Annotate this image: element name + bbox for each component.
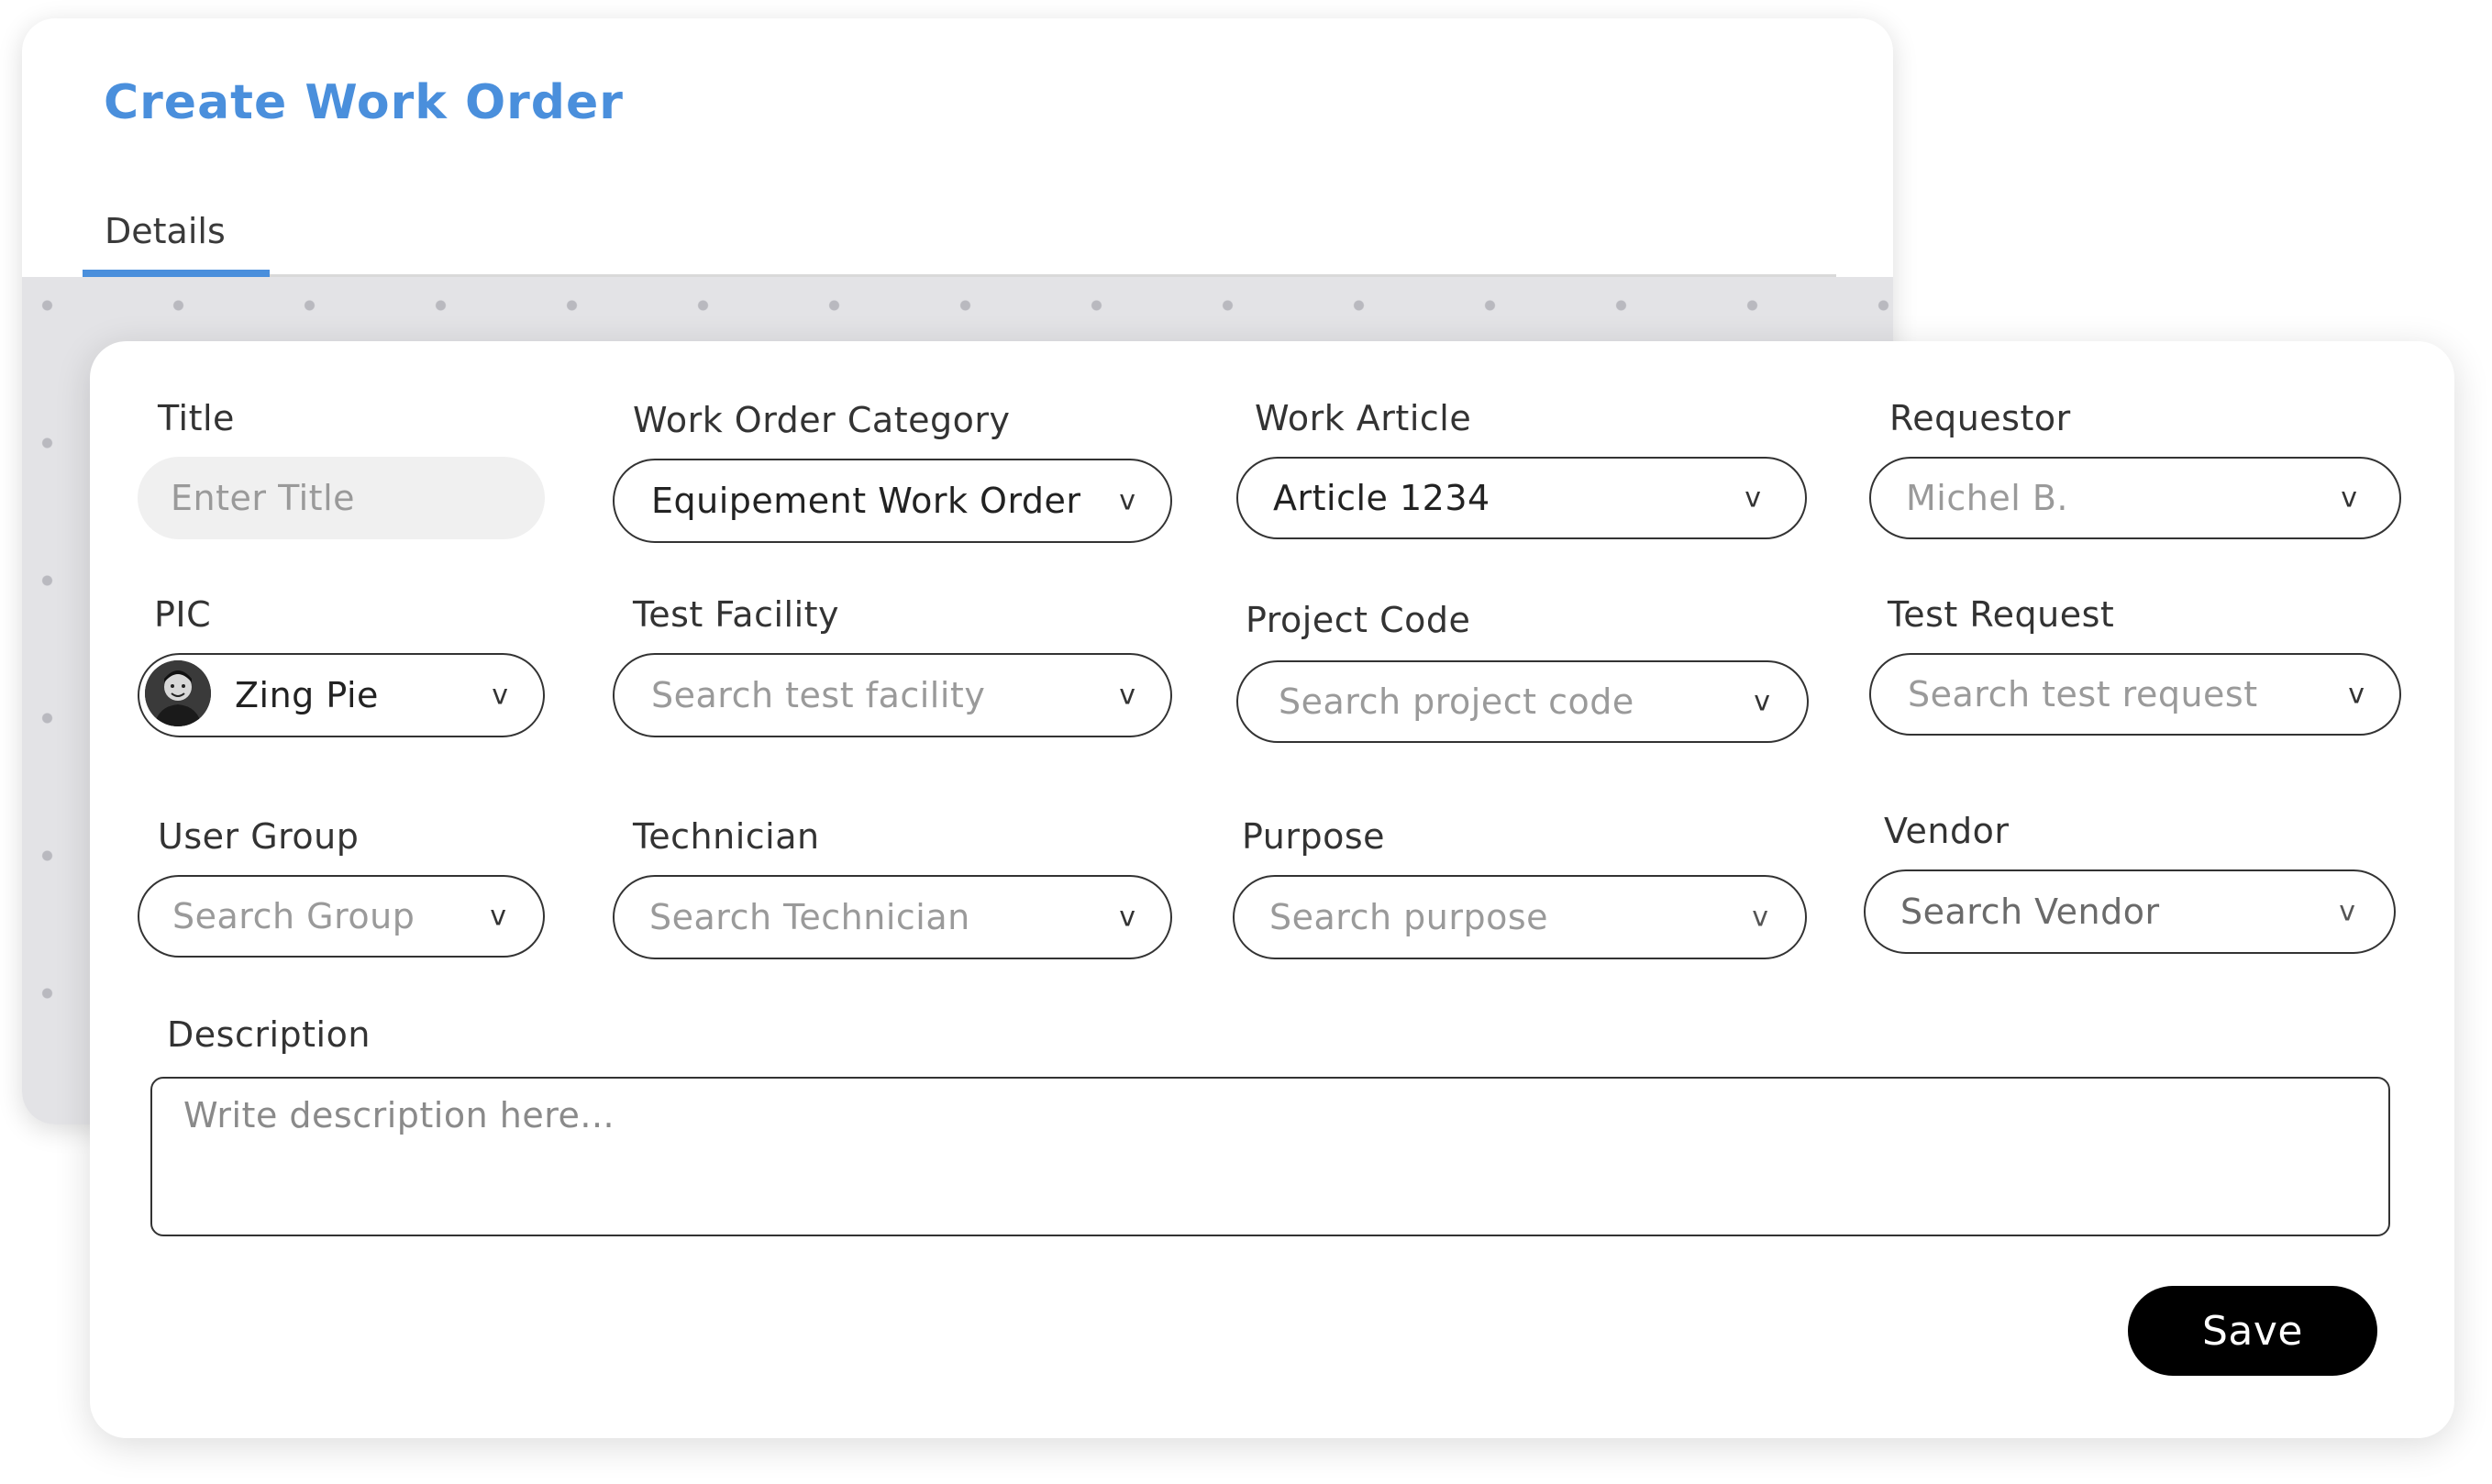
requestor-select[interactable]: Michel B. v <box>1869 457 2401 539</box>
project-code-select[interactable]: Search project code v <box>1236 660 1809 743</box>
project-code-label: Project Code <box>1246 600 1471 640</box>
test-facility-placeholder: Search test facility <box>651 675 986 715</box>
test-facility-label: Test Facility <box>633 594 840 635</box>
description-textarea[interactable]: Write description here... <box>150 1077 2390 1236</box>
test-request-placeholder: Search test request <box>1908 674 2258 714</box>
chevron-down-icon: v <box>2341 482 2357 515</box>
chevron-down-icon: v <box>1119 484 1135 517</box>
work-order-category-select[interactable]: Equipement Work Order v <box>613 459 1172 543</box>
title-input[interactable]: Enter Title <box>138 457 545 539</box>
work-order-category-value: Equipement Work Order <box>651 481 1081 521</box>
user-group-select[interactable]: Search Group v <box>138 875 545 958</box>
work-order-category-label: Work Order Category <box>633 400 1011 440</box>
technician-select[interactable]: Search Technician v <box>613 875 1172 959</box>
test-request-select[interactable]: Search test request v <box>1869 653 2401 736</box>
page-title: Create Work Order <box>104 75 624 130</box>
chevron-down-icon: v <box>1752 901 1768 934</box>
chevron-down-icon: v <box>1754 685 1770 718</box>
tab-details-label: Details <box>105 211 226 251</box>
chevron-down-icon: v <box>2339 895 2355 928</box>
tab-details[interactable]: Details <box>83 191 270 277</box>
requestor-placeholder: Michel B. <box>1906 478 2068 518</box>
chevron-down-icon: v <box>490 900 506 933</box>
test-facility-select[interactable]: Search test facility v <box>613 653 1172 737</box>
purpose-label: Purpose <box>1242 816 1386 857</box>
chevron-down-icon: v <box>2348 678 2365 711</box>
test-request-label: Test Request <box>1888 594 2115 635</box>
pic-value: Zing Pie <box>235 675 379 715</box>
project-code-placeholder: Search project code <box>1279 681 1634 722</box>
tab-bar: Details <box>83 191 1836 277</box>
work-article-value: Article 1234 <box>1273 478 1490 518</box>
user-group-placeholder: Search Group <box>172 896 415 936</box>
chevron-down-icon: v <box>1119 901 1135 934</box>
purpose-select[interactable]: Search purpose v <box>1233 875 1807 959</box>
vendor-label: Vendor <box>1884 811 2010 851</box>
chevron-down-icon: v <box>1744 482 1761 515</box>
requestor-label: Requestor <box>1889 398 2071 438</box>
description-placeholder: Write description here... <box>183 1095 615 1135</box>
user-avatar <box>145 660 211 726</box>
vendor-select[interactable]: Search Vendor v <box>1864 869 2396 954</box>
technician-label: Technician <box>633 816 820 857</box>
vendor-placeholder: Search Vendor <box>1900 892 2160 932</box>
chevron-down-icon: v <box>1119 679 1135 712</box>
title-label: Title <box>158 398 235 438</box>
pic-select[interactable]: Zing Pie v <box>138 653 545 737</box>
pic-label: PIC <box>154 594 212 635</box>
work-article-select[interactable]: Article 1234 v <box>1236 457 1807 539</box>
technician-placeholder: Search Technician <box>649 897 970 937</box>
work-article-label: Work Article <box>1255 398 1472 438</box>
purpose-placeholder: Search purpose <box>1269 897 1549 937</box>
work-order-form: Title Enter Title Work Order Category Eq… <box>90 341 2454 1438</box>
stage: Create Work Order Details Title Enter Ti… <box>0 0 2492 1484</box>
save-button[interactable]: Save <box>2128 1286 2377 1376</box>
description-label: Description <box>167 1014 371 1055</box>
chevron-down-icon: v <box>492 679 508 712</box>
user-group-label: User Group <box>158 816 360 857</box>
title-placeholder: Enter Title <box>171 478 356 518</box>
